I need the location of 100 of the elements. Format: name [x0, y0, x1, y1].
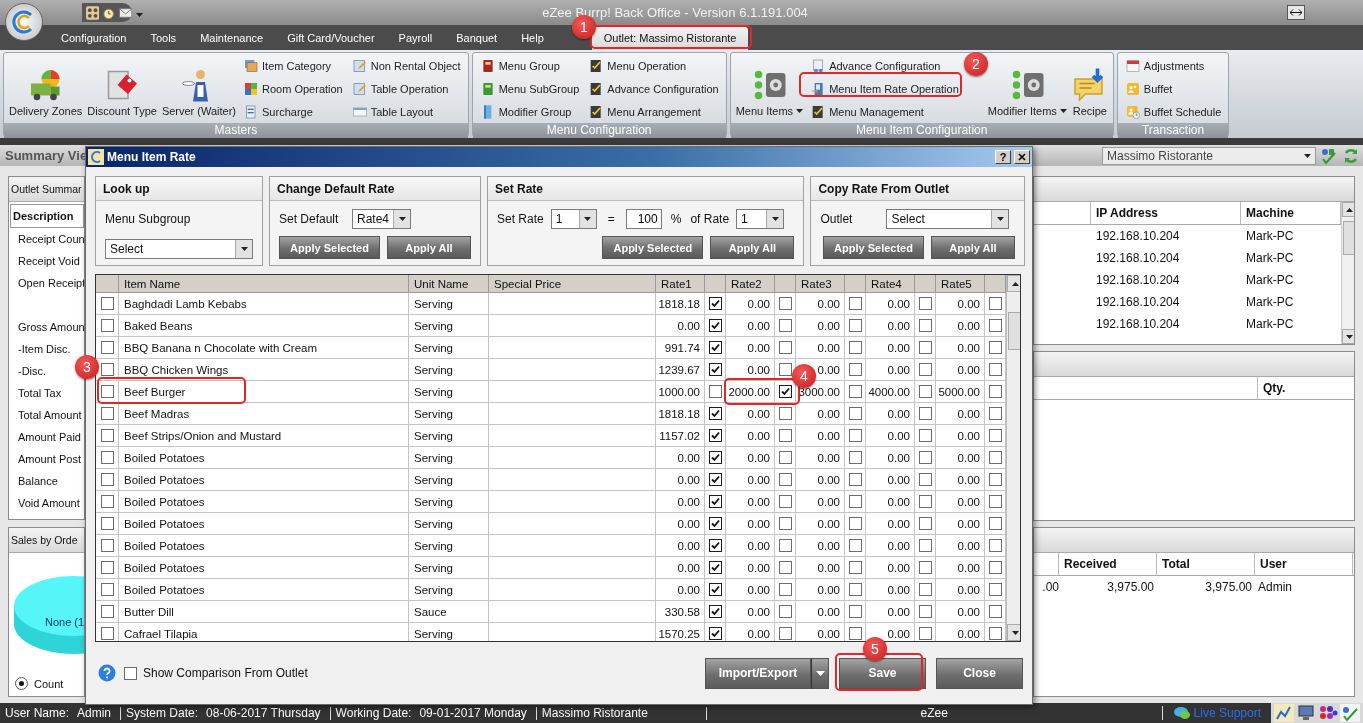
checkbox[interactable]: [100, 429, 114, 442]
menu-tab[interactable]: Payroll: [386, 27, 445, 50]
checkbox[interactable]: [988, 605, 1002, 618]
checkbox[interactable]: [918, 319, 932, 332]
scrollbar-thumb[interactable]: [1007, 312, 1020, 350]
checkbox[interactable]: [708, 363, 722, 376]
checkbox[interactable]: [848, 517, 862, 530]
checkbox[interactable]: [778, 627, 792, 640]
help-icon[interactable]: [98, 664, 116, 682]
ribbon-button[interactable]: Delivery Zones: [9, 55, 83, 122]
checkbox[interactable]: [708, 517, 722, 530]
envelope-icon[interactable]: [118, 6, 132, 19]
apply-button[interactable]: Apply Selected: [823, 236, 924, 259]
checkbox[interactable]: [918, 495, 932, 508]
checkbox[interactable]: [100, 407, 114, 420]
ribbon-button[interactable]: Advance Configuration: [808, 55, 961, 76]
chart-icon[interactable]: [1274, 704, 1294, 722]
checkbox[interactable]: [848, 429, 862, 442]
checkbox[interactable]: [988, 627, 1002, 640]
ribbon-button[interactable]: Menu Operation: [586, 55, 721, 76]
checkbox[interactable]: [708, 561, 722, 574]
close-button[interactable]: [1014, 150, 1030, 164]
checkbox[interactable]: [848, 539, 862, 552]
checkbox[interactable]: [848, 319, 862, 332]
checkbox[interactable]: [918, 297, 932, 310]
checkbox[interactable]: [100, 517, 114, 530]
checkbox[interactable]: [918, 363, 932, 376]
ribbon-button[interactable]: Surcharge: [241, 101, 345, 122]
checkbox[interactable]: [100, 385, 114, 398]
apply-button[interactable]: Apply All: [387, 236, 471, 259]
checkbox[interactable]: [124, 666, 137, 680]
menu-tab[interactable]: Banquet: [444, 27, 510, 50]
menu-tab[interactable]: Configuration: [49, 27, 139, 50]
checkbox[interactable]: [708, 495, 722, 508]
checkbox[interactable]: [848, 385, 862, 398]
ribbon-button[interactable]: Item Category: [241, 55, 345, 76]
checkbox[interactable]: [708, 451, 722, 464]
checkbox[interactable]: [778, 605, 792, 618]
menu-tab[interactable]: Maintenance: [188, 27, 276, 50]
dropdown[interactable]: 1: [550, 209, 597, 229]
grid-icon[interactable]: [86, 5, 100, 20]
checkbox[interactable]: [100, 561, 114, 574]
checkbox[interactable]: [708, 539, 722, 552]
computer-icon[interactable]: [1296, 704, 1316, 722]
spell-check-icon[interactable]: [1320, 146, 1338, 165]
checkbox[interactable]: [918, 385, 932, 398]
checkbox[interactable]: [778, 517, 792, 530]
checkbox[interactable]: [918, 539, 932, 552]
checkbox[interactable]: [778, 473, 792, 486]
checkbox[interactable]: [918, 451, 932, 464]
checkbox[interactable]: [918, 341, 932, 354]
checkbox[interactable]: [100, 539, 114, 552]
checkbox[interactable]: [988, 363, 1002, 376]
dialog-button[interactable]: Save: [839, 657, 926, 689]
checkbox[interactable]: [848, 495, 862, 508]
menu-tab[interactable]: Outlet: Massimo Ristorante: [591, 27, 749, 50]
checkbox[interactable]: [100, 583, 114, 596]
ribbon-button[interactable]: Non Rental Object: [349, 55, 463, 76]
checkbox[interactable]: [100, 451, 114, 464]
checkbox[interactable]: [708, 473, 722, 486]
dropdown[interactable]: Select: [105, 239, 253, 259]
checkbox[interactable]: [848, 407, 862, 420]
ribbon-button[interactable]: Buffet Schedule: [1122, 101, 1224, 122]
checkbox[interactable]: [848, 473, 862, 486]
checkbox[interactable]: [708, 429, 722, 442]
checkbox[interactable]: [100, 473, 114, 486]
ribbon-button[interactable]: Menu Arrangement: [586, 101, 721, 122]
checkbox[interactable]: [708, 407, 722, 420]
scroll-down-button[interactable]: [1007, 624, 1020, 641]
checkbox[interactable]: [778, 363, 792, 376]
checkbox[interactable]: [778, 451, 792, 464]
scroll-up-button[interactable]: [1342, 202, 1354, 217]
checkbox[interactable]: [848, 451, 862, 464]
logo-icon[interactable]: [5, 3, 43, 41]
checkbox[interactable]: [988, 473, 1002, 486]
checkbox[interactable]: [778, 319, 792, 332]
help-button[interactable]: ?: [995, 150, 1011, 164]
ribbon-button[interactable]: Table Layout: [349, 101, 463, 122]
checkbox[interactable]: [988, 297, 1002, 310]
checkbox[interactable]: [918, 605, 932, 618]
outlet-dropdown[interactable]: Massimo Ristorante: [1102, 146, 1316, 165]
checkbox[interactable]: [778, 429, 792, 442]
ribbon-button[interactable]: Buffet: [1122, 78, 1224, 99]
checkbox[interactable]: [100, 341, 114, 354]
checkbox[interactable]: [778, 385, 792, 398]
ribbon-button[interactable]: Recipe: [1071, 55, 1108, 122]
ribbon-button[interactable]: Menu Group: [477, 55, 582, 76]
checkbox[interactable]: [848, 627, 862, 640]
dropdown[interactable]: Rate4: [352, 209, 411, 229]
ribbon-button[interactable]: Server (Waiter): [161, 55, 237, 122]
ribbon-button[interactable]: Room Operation: [241, 78, 345, 99]
dialog-button[interactable]: Close: [936, 657, 1023, 689]
checkbox[interactable]: [100, 297, 114, 310]
checkbox[interactable]: [988, 429, 1002, 442]
checkbox[interactable]: [778, 561, 792, 574]
apply-button[interactable]: Apply Selected: [279, 236, 380, 259]
radio-button[interactable]: [15, 677, 28, 690]
resize-icon[interactable]: [1287, 5, 1305, 20]
checkbox[interactable]: [918, 561, 932, 574]
scroll-down-button[interactable]: [1342, 329, 1354, 344]
